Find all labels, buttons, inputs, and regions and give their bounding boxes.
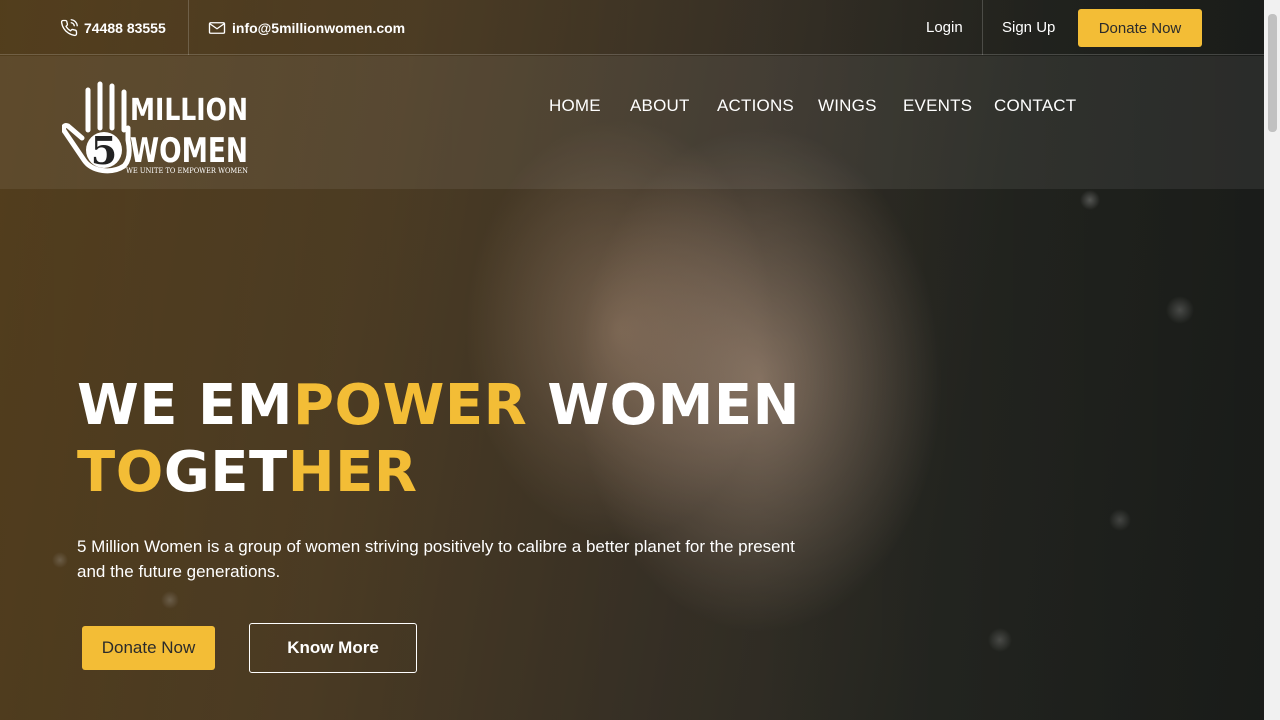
email-address: info@5millionwomen.com bbox=[232, 19, 406, 36]
login-link[interactable]: Login bbox=[926, 0, 963, 55]
hero-donate-button[interactable]: Donate Now bbox=[82, 626, 215, 670]
nav-home[interactable]: HOME bbox=[549, 96, 601, 116]
headline-highlight: HER bbox=[287, 440, 418, 505]
scrollbar-thumb[interactable] bbox=[1268, 14, 1277, 132]
hero-headline: WE EMPOWER WOMEN TOGETHER bbox=[77, 372, 800, 506]
nav-events[interactable]: EVENTS bbox=[903, 96, 972, 116]
logo-line2: WOMEN bbox=[130, 131, 248, 171]
headline-highlight: POWER bbox=[293, 373, 528, 438]
page-scrollbar[interactable] bbox=[1264, 0, 1280, 720]
nav-about[interactable]: ABOUT bbox=[630, 96, 690, 116]
top-bar: 74488 83555 info@5millionwomen.com Login… bbox=[0, 0, 1264, 55]
divider bbox=[188, 0, 189, 55]
logo[interactable]: 5 MILLION WOMEN WE UNITE TO EMPOWER WOME… bbox=[62, 80, 252, 176]
phone-icon bbox=[60, 18, 78, 36]
nav-actions[interactable]: ACTIONS bbox=[717, 96, 794, 116]
logo-number: 5 bbox=[91, 128, 117, 173]
headline-part: WE EM bbox=[77, 373, 293, 438]
phone-contact[interactable]: 74488 83555 bbox=[60, 0, 166, 55]
signup-link[interactable]: Sign Up bbox=[1002, 0, 1055, 55]
know-more-button[interactable]: Know More bbox=[249, 623, 417, 673]
headline-part: GET bbox=[163, 440, 288, 505]
main-navbar: 5 MILLION WOMEN WE UNITE TO EMPOWER WOME… bbox=[0, 56, 1264, 189]
phone-number: 74488 83555 bbox=[84, 19, 166, 36]
divider bbox=[982, 0, 983, 55]
headline-part: WOMEN bbox=[527, 373, 801, 438]
hero-description: 5 Million Women is a group of women stri… bbox=[77, 537, 795, 581]
mail-icon bbox=[208, 21, 226, 34]
logo-line1: MILLION bbox=[130, 93, 248, 128]
email-contact[interactable]: info@5millionwomen.com bbox=[208, 0, 405, 55]
nav-wings[interactable]: WINGS bbox=[818, 96, 877, 116]
logo-tagline: WE UNITE TO EMPOWER WOMEN bbox=[126, 167, 248, 175]
headline-highlight: TO bbox=[77, 440, 164, 505]
donate-now-button[interactable]: Donate Now bbox=[1078, 9, 1202, 47]
nav-contact[interactable]: CONTACT bbox=[994, 96, 1076, 116]
